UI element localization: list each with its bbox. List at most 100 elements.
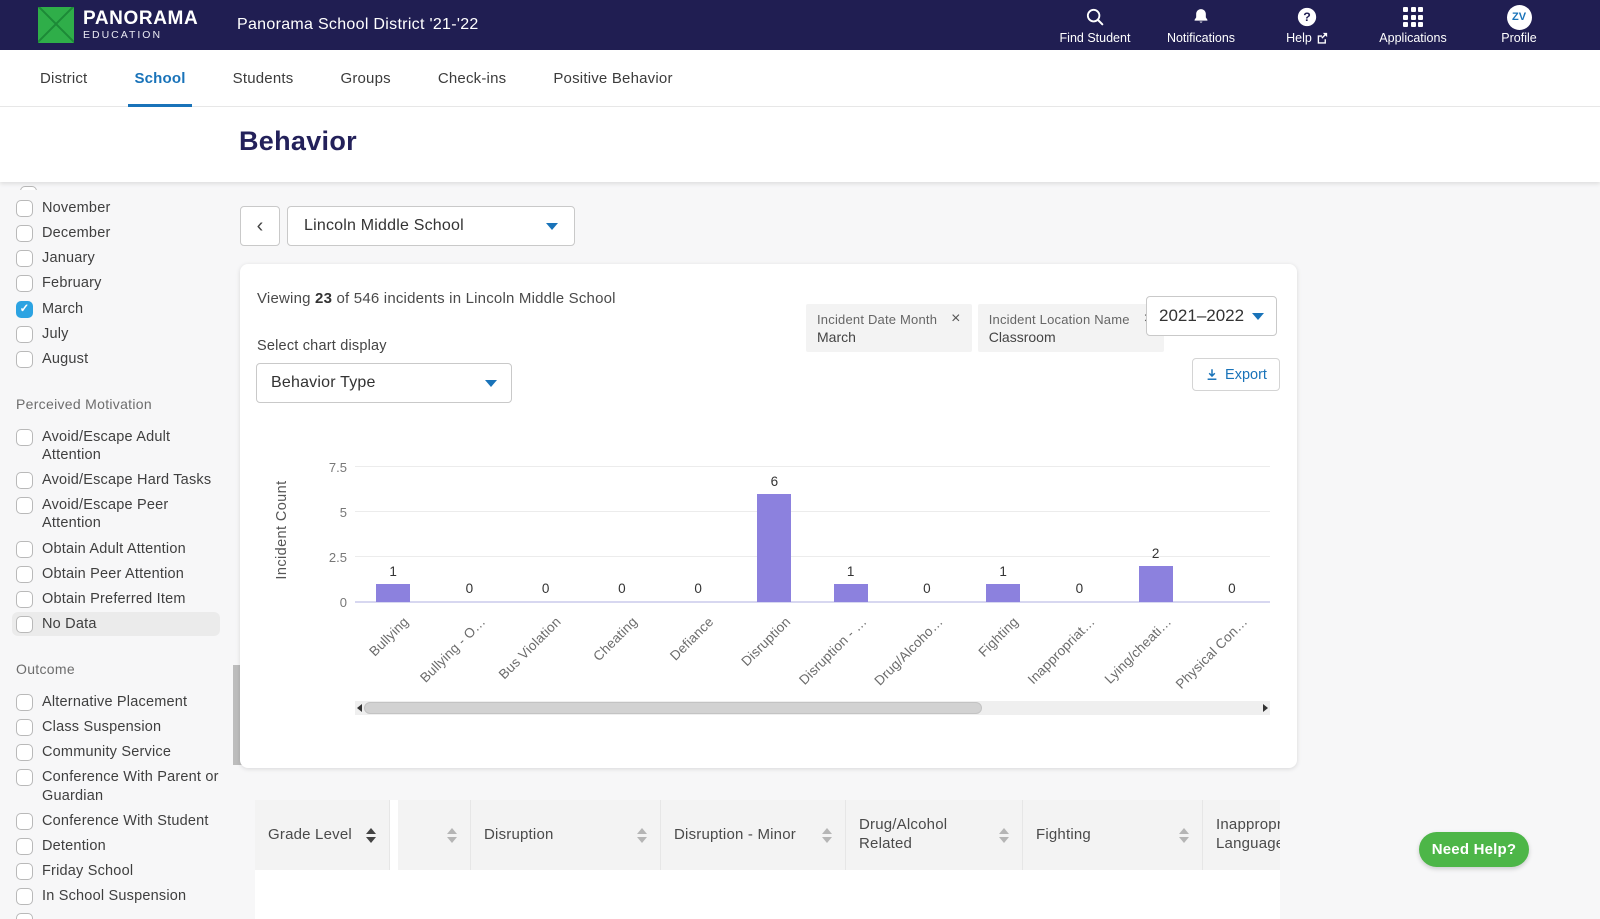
checkbox[interactable]	[16, 838, 33, 855]
sort-icon[interactable]	[366, 828, 376, 843]
sidebar-item-avoid-escape-hard-tasks[interactable]: Avoid/Escape Hard Tasks	[12, 468, 232, 492]
checkbox[interactable]	[16, 694, 33, 711]
checkbox[interactable]	[16, 744, 33, 761]
checkbox[interactable]	[16, 472, 33, 489]
checkbox[interactable]	[16, 275, 33, 292]
checkbox[interactable]	[20, 186, 37, 190]
tab-check-ins[interactable]: Check-ins	[438, 50, 507, 107]
tab-students[interactable]: Students	[233, 50, 294, 107]
sidebar-item-friday-school[interactable]: Friday School	[12, 859, 232, 883]
find-student-button[interactable]: Find Student	[1042, 5, 1148, 45]
bar[interactable]	[986, 584, 1020, 602]
chart-display-dropdown[interactable]: Behavior Type	[256, 363, 512, 403]
y-tick-label: 0	[307, 595, 347, 610]
export-button[interactable]: Export	[1192, 358, 1280, 391]
checkbox[interactable]	[16, 200, 33, 217]
checkbox[interactable]	[16, 497, 33, 514]
notifications-button[interactable]: Notifications	[1148, 5, 1254, 45]
sidebar-item-label: Class Suspension	[42, 718, 161, 736]
help-button[interactable]: ?Help	[1254, 5, 1360, 45]
profile-button[interactable]: ZVProfile	[1466, 5, 1572, 45]
sidebar-item-august[interactable]: August	[12, 347, 232, 371]
sidebar-item-conference-with-student[interactable]: Conference With Student	[12, 809, 232, 833]
bar-value-label: 0	[508, 581, 584, 596]
bar[interactable]	[834, 584, 868, 602]
scroll-left-arrow-icon[interactable]	[357, 704, 362, 712]
sidebar-item-detention[interactable]: Detention	[12, 834, 232, 858]
checkbox[interactable]	[16, 351, 33, 368]
tab-school[interactable]: School	[134, 50, 185, 107]
column-header-disruption[interactable]: Disruption	[471, 800, 661, 870]
sidebar-item-conference-with-parent-or-guardian[interactable]: Conference With Parent or Guardian	[12, 765, 232, 807]
bar[interactable]	[1139, 566, 1173, 602]
checkbox[interactable]	[16, 541, 33, 558]
checkbox[interactable]	[16, 566, 33, 583]
sidebar-item-avoid-escape-peer-attention[interactable]: Avoid/Escape Peer Attention	[12, 493, 232, 535]
sidebar-section-heading: Perceived Motivation	[16, 396, 232, 412]
need-help-button[interactable]: Need Help?	[1419, 832, 1529, 867]
chart-horizontal-scrollbar[interactable]	[355, 701, 1270, 715]
sidebar-item-obtain-preferred-item[interactable]: Obtain Preferred Item	[12, 587, 232, 611]
checkbox[interactable]	[16, 250, 33, 267]
chevron-down-icon	[546, 223, 558, 230]
column-header-label: Fighting	[1036, 826, 1091, 845]
sidebar-item-obtain-adult-attention[interactable]: Obtain Adult Attention	[12, 537, 232, 561]
sort-icon[interactable]	[999, 828, 1009, 843]
sidebar-item-alternative-placement[interactable]: Alternative Placement	[12, 690, 232, 714]
school-year-dropdown[interactable]: 2021–2022	[1146, 296, 1277, 336]
column-header-grade-level[interactable]: Grade Level	[255, 800, 390, 870]
tab-district[interactable]: District	[40, 50, 87, 107]
checkbox[interactable]	[16, 813, 33, 830]
grid-icon	[1403, 7, 1423, 27]
sidebar-item-november[interactable]: November	[12, 196, 232, 220]
sidebar-item-january[interactable]: January	[12, 246, 232, 270]
scroll-right-arrow-icon[interactable]	[1263, 704, 1268, 712]
back-button[interactable]: ‹	[240, 206, 280, 246]
sort-icon[interactable]	[1179, 828, 1189, 843]
bar-value-label: 6	[736, 474, 812, 489]
checkbox[interactable]: ✓	[16, 301, 33, 318]
sidebar-item-no-data[interactable]: No Data	[12, 612, 220, 636]
tab-positive-behavior[interactable]: Positive Behavior	[553, 50, 672, 107]
sort-icon[interactable]	[447, 828, 457, 843]
sidebar-item-march[interactable]: ✓March	[12, 297, 232, 321]
column-header-disruption-minor[interactable]: Disruption - Minor	[661, 800, 846, 870]
sort-icon[interactable]	[637, 828, 647, 843]
sidebar-item-label: Obtain Adult Attention	[42, 540, 186, 558]
panorama-logo[interactable]: PANORAMA EDUCATION	[38, 7, 198, 43]
find-student-label: Find Student	[1060, 31, 1131, 45]
tab-groups[interactable]: Groups	[340, 50, 390, 107]
question-circle-icon: ?	[1296, 5, 1318, 29]
checkbox[interactable]	[16, 616, 33, 633]
scrollbar-thumb[interactable]	[364, 702, 982, 714]
checkbox[interactable]	[16, 326, 33, 343]
sidebar-item-february[interactable]: February	[12, 271, 232, 295]
sidebar-item-december[interactable]: December	[12, 221, 232, 245]
school-year-value: 2021–2022	[1159, 306, 1244, 326]
column-header-blank[interactable]	[398, 800, 471, 870]
sidebar-item-avoid-escape-adult-attention[interactable]: Avoid/Escape Adult Attention	[12, 425, 232, 467]
checkbox[interactable]	[16, 863, 33, 880]
column-header-fighting[interactable]: Fighting	[1023, 800, 1203, 870]
sidebar-item-class-suspension[interactable]: Class Suspension	[12, 715, 232, 739]
school-select-dropdown[interactable]: Lincoln Middle School	[287, 206, 575, 246]
checkbox[interactable]	[16, 225, 33, 242]
checkbox[interactable]	[16, 719, 33, 736]
sort-icon[interactable]	[822, 828, 832, 843]
applications-button[interactable]: Applications	[1360, 5, 1466, 45]
close-icon[interactable]: ×	[951, 311, 961, 327]
sidebar-item-july[interactable]: July	[12, 322, 232, 346]
bar[interactable]	[757, 494, 791, 602]
sidebar-item-in-school-suspension[interactable]: In School Suspension	[12, 884, 232, 908]
checkbox[interactable]	[16, 769, 33, 786]
column-header-drug-alcohol-related[interactable]: Drug/Alcohol Related	[846, 800, 1023, 870]
checkbox[interactable]	[16, 429, 33, 446]
bar[interactable]	[376, 584, 410, 602]
checkbox[interactable]	[16, 913, 33, 919]
sidebar-item-community-service[interactable]: Community Service	[12, 740, 232, 764]
sidebar-item-obtain-peer-attention[interactable]: Obtain Peer Attention	[12, 562, 232, 586]
column-header-inappropriate-language[interactable]: Inappropriate Language	[1203, 800, 1280, 870]
checkbox[interactable]	[16, 888, 33, 905]
checkbox[interactable]	[16, 591, 33, 608]
top-navbar: PANORAMA EDUCATION Panorama School Distr…	[0, 0, 1600, 50]
